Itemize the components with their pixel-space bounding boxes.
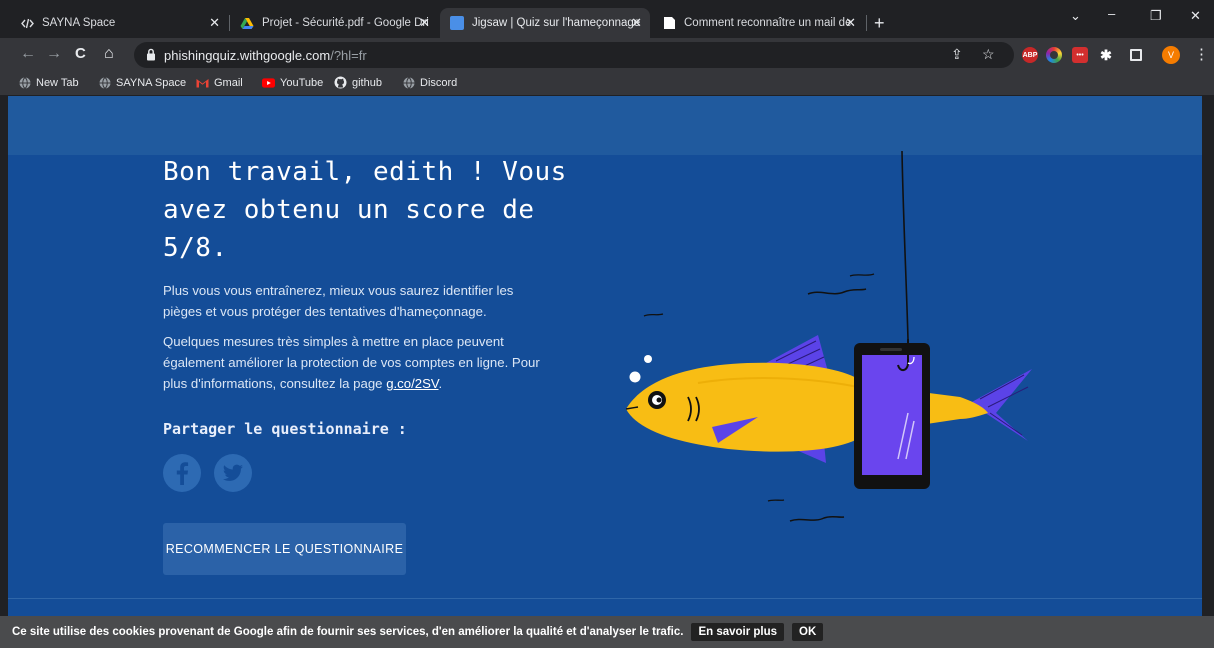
globe-icon <box>98 76 111 89</box>
home-button[interactable]: ⌂ <box>104 45 114 63</box>
tab-search-icon[interactable]: ⌄ <box>1070 8 1081 24</box>
twitter-share-button[interactable] <box>214 454 252 492</box>
github-icon <box>334 76 347 89</box>
result-paragraph-practice: Plus vous vous entraînerez, mieux vous s… <box>163 283 514 319</box>
close-tab-icon[interactable]: ✕ <box>209 15 220 31</box>
close-tab-icon[interactable]: ✕ <box>419 15 430 31</box>
profile-avatar[interactable]: V <box>1162 46 1180 64</box>
bookmark-discord[interactable]: Discord <box>402 76 457 89</box>
browser-toolbar: ← → C ⌂ phishingquiz.withgoogle.com/?hl=… <box>0 38 1214 72</box>
tab-comment-reconnaitre[interactable]: Comment reconnaître un mail de ✕ <box>652 8 864 38</box>
youtube-icon <box>262 76 275 89</box>
menu-kebab-icon[interactable]: ⋮ <box>1194 45 1209 63</box>
tab-sayna-space[interactable]: SAYNA Space ✕ <box>10 8 228 38</box>
bookmark-github[interactable]: github <box>334 76 382 89</box>
twitter-icon <box>223 464 243 481</box>
color-picker-extension-icon[interactable] <box>1046 47 1062 63</box>
forward-button[interactable]: → <box>46 45 62 63</box>
facebook-share-button[interactable] <box>163 454 201 492</box>
tab-jigsaw-quiz[interactable]: Jigsaw | Quiz sur l'hameçonnage ✕ <box>440 8 650 38</box>
address-bar[interactable]: phishingquiz.withgoogle.com/?hl=fr ⇪ ☆ <box>134 42 1014 68</box>
reload-button[interactable]: C <box>75 45 86 62</box>
link-2sv[interactable]: g.co/2SV <box>386 376 438 391</box>
result-headline: Bon travail, edith ! Vous avez obtenu un… <box>163 157 567 263</box>
close-window-button[interactable]: ✕ <box>1190 8 1201 24</box>
back-button[interactable]: ← <box>20 45 36 63</box>
minimize-button[interactable]: – <box>1108 6 1115 21</box>
lock-icon <box>147 48 155 61</box>
page-icon <box>662 16 676 30</box>
fish-phone-illustration <box>625 151 1032 522</box>
close-tab-icon[interactable]: ✕ <box>845 15 856 31</box>
new-tab-button[interactable]: + <box>874 13 885 34</box>
code-icon <box>20 16 34 30</box>
share-title: Partager le questionnaire : <box>163 420 407 438</box>
bookmark-new-tab[interactable]: New Tab <box>18 76 79 89</box>
extensions-puzzle-icon[interactable]: ✱ <box>1098 47 1114 63</box>
gmail-icon <box>196 76 209 89</box>
facebook-icon <box>176 462 189 485</box>
share-icon[interactable]: ⇪ <box>951 46 963 63</box>
close-tab-icon[interactable]: ✕ <box>631 15 642 31</box>
globe-icon <box>18 76 31 89</box>
page-header-band <box>8 96 1202 155</box>
cookie-ok-button[interactable]: OK <box>792 623 824 641</box>
google-drive-icon <box>240 16 254 30</box>
bookmark-sayna-space[interactable]: SAYNA Space <box>98 76 186 89</box>
bookmark-gmail[interactable]: Gmail <box>196 76 243 89</box>
cookie-banner: Ce site utilise des cookies provenant de… <box>0 616 1214 648</box>
globe-icon <box>402 76 415 89</box>
tab-strip: SAYNA Space ✕ Projet - Sécurité.pdf - Go… <box>0 0 1214 38</box>
adblock-plus-icon[interactable]: ABP <box>1022 47 1038 63</box>
result-paragraph-protection: Quelques mesures très simples à mettre e… <box>163 334 540 391</box>
cookie-text: Ce site utilise des cookies provenant de… <box>12 626 684 638</box>
restore-button[interactable]: ❐ <box>1150 8 1162 24</box>
learn-more-button[interactable]: En savoir plus <box>691 623 785 641</box>
jigsaw-icon <box>450 16 464 30</box>
quiz-result-page: Bon travail, edith ! Vous avez obtenu un… <box>8 96 1202 616</box>
bookmark-youtube[interactable]: YouTube <box>262 76 323 89</box>
tab-separator <box>866 15 867 31</box>
url-text: phishingquiz.withgoogle.com/?hl=fr <box>164 48 367 63</box>
side-panel-icon[interactable] <box>1128 47 1144 63</box>
bookmark-star-icon[interactable]: ☆ <box>982 46 995 63</box>
bookmarks-bar: New Tab SAYNA Space Gmail YouTube github… <box>0 72 1214 96</box>
restart-quiz-button[interactable]: RECOMMENCER LE QUESTIONNAIRE <box>163 523 406 575</box>
extension-icon[interactable]: ••• <box>1072 47 1088 63</box>
tab-projet-securite[interactable]: Projet - Sécurité.pdf - Google Dri ✕ <box>230 8 438 38</box>
page-footer-divider <box>8 598 1202 599</box>
